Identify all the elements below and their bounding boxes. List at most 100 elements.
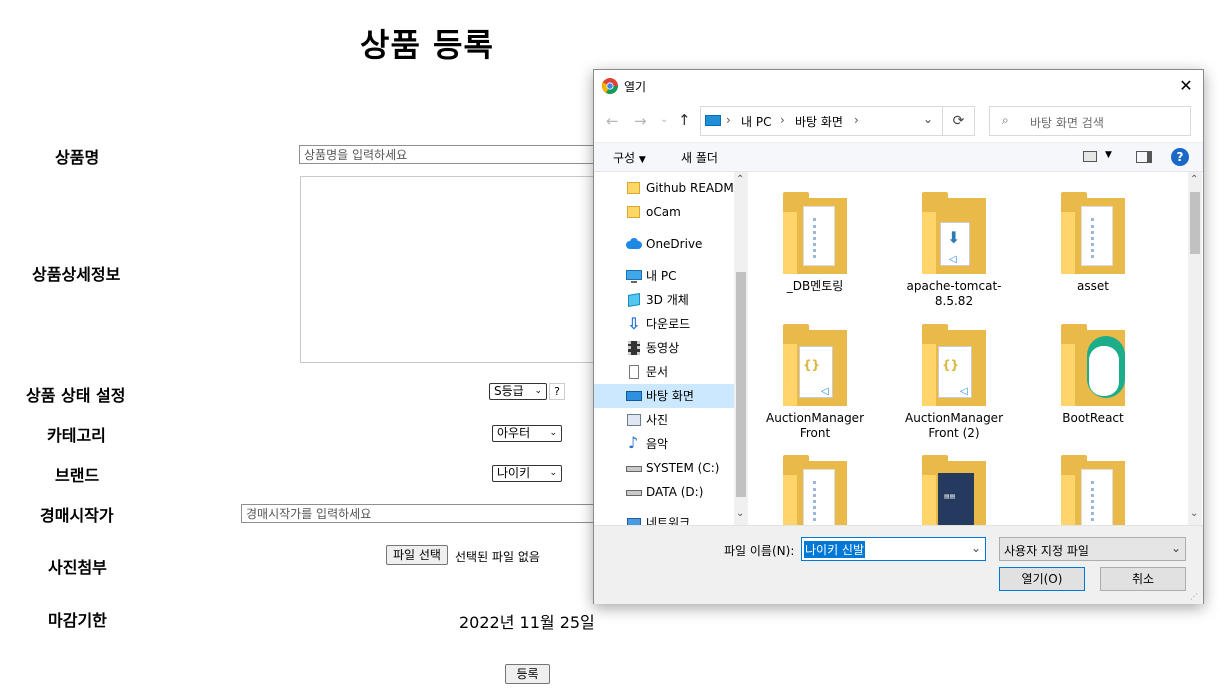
file-tile[interactable] — [751, 455, 879, 525]
nav-item[interactable]: oCam — [594, 200, 734, 224]
address-toolbar: ← → ⌄ ↑ › 내 PC › 바탕 화면 › ⌄ ⟳ ⌕ 바탕 화면 검색 — [594, 102, 1203, 142]
file-tile[interactable]: ⬇ ◁ apache-tomcat-8.5.82 — [890, 192, 1018, 309]
open-file-dialog: 열기 ✕ ← → ⌄ ↑ › 내 PC › 바탕 화면 › ⌄ ⟳ ⌕ 바탕 화… — [593, 69, 1204, 604]
folder-icon — [626, 204, 642, 220]
cancel-button[interactable]: 취소 — [1100, 567, 1186, 591]
nav-item[interactable]: 동영상 — [594, 336, 734, 360]
folder-code-icon: {} ◁ — [783, 324, 847, 408]
refresh-icon[interactable]: ⟳ — [943, 106, 975, 136]
dialog-close-button[interactable]: ✕ — [1172, 74, 1200, 98]
navigation-pane[interactable]: Github README oCam OneDrive 내 PC 3D 개체 ⇩ 다운로드동… — [594, 172, 748, 525]
preview-pane-icon[interactable] — [1136, 151, 1152, 163]
filetype-select[interactable]: 사용자 지정 파일 ⌄ — [999, 537, 1186, 561]
nav-item[interactable]: 3D 개체 — [594, 288, 734, 312]
product-detail-textarea[interactable] — [300, 176, 602, 363]
nav-item[interactable]: Github README — [594, 176, 734, 200]
chevron-down-icon[interactable]: ⌄ — [971, 541, 981, 555]
label-start-price: 경매시작가 — [40, 506, 114, 525]
filetype-value: 사용자 지정 파일 — [1004, 544, 1089, 558]
breadcrumb-item[interactable]: 내 PC — [741, 113, 771, 130]
back-arrow-icon[interactable]: ← — [606, 112, 619, 130]
nav-item[interactable]: 네트워크 — [594, 511, 734, 525]
condition-help-button[interactable]: ? — [549, 383, 565, 400]
file-tile[interactable]: BootReact — [1029, 324, 1157, 426]
file-tile[interactable]: _DB멘토링 — [751, 192, 879, 294]
brand-value: 나이키 — [497, 466, 531, 480]
recent-dropdown-icon[interactable]: ⌄ — [660, 114, 668, 125]
label-condition: 상품 상태 설정 — [26, 386, 126, 405]
chevron-down-icon: ⌄ — [549, 428, 557, 438]
category-select[interactable]: 아우터 ⌄ — [492, 425, 562, 442]
new-folder-button[interactable]: 새 폴더 — [681, 149, 718, 166]
brand-select[interactable]: 나이키 ⌄ — [492, 465, 562, 482]
scroll-thumb[interactable] — [736, 272, 746, 497]
breadcrumb-sep-icon: › — [726, 113, 731, 127]
content-scrollbar[interactable]: ⌃ ⌄ — [1188, 172, 1202, 525]
view-options-icon[interactable] — [1083, 151, 1097, 162]
file-list[interactable]: _DB멘토링 ⬇ ◁ apache-tomcat-8.5.82 asset {} ◁ Auct… — [751, 172, 1187, 525]
cube-icon — [626, 292, 642, 308]
file-status: 선택된 파일 없음 — [455, 550, 540, 564]
forward-arrow-icon[interactable]: → — [634, 112, 647, 130]
file-tile[interactable]: {} ◁ AuctionManager Front (2) — [890, 324, 1018, 441]
deadline-value[interactable]: 2022년 11월 25일 — [459, 609, 595, 633]
music-icon: ♪ — [628, 433, 639, 452]
submit-button[interactable]: 등록 — [505, 664, 550, 684]
breadcrumb-item[interactable]: 바탕 화면 — [795, 113, 843, 130]
dialog-footer: 파일 이름(N): 나이키 신발 ⌄ 사용자 지정 파일 ⌄ 열기(O) 취소 … — [594, 525, 1203, 604]
help-icon[interactable]: ? — [1171, 148, 1189, 166]
scroll-down-icon[interactable]: ⌄ — [1190, 508, 1198, 519]
condition-select[interactable]: S등급 ⌄ — [489, 383, 547, 400]
condition-value: S등급 — [494, 384, 524, 398]
search-input[interactable]: ⌕ 바탕 화면 검색 — [989, 106, 1191, 136]
nav-item-label: 문서 — [646, 365, 669, 379]
scroll-up-icon[interactable]: ⌃ — [736, 174, 744, 185]
dropdown-triangle-icon[interactable]: ▼ — [1105, 150, 1112, 160]
start-price-input[interactable]: 경매시작가를 입력하세요 — [241, 504, 599, 523]
network-icon — [626, 515, 642, 525]
folder-app-icon — [1061, 324, 1125, 408]
nav-item[interactable]: ♪ 음악 — [594, 432, 734, 456]
drive-icon — [626, 484, 642, 500]
scroll-down-icon[interactable]: ⌄ — [736, 508, 744, 519]
filename-input[interactable]: 나이키 신발 ⌄ — [801, 537, 986, 561]
nav-item[interactable]: 문서 — [594, 360, 734, 384]
chrome-icon — [602, 78, 618, 94]
drive-icon — [626, 460, 642, 476]
product-name-input[interactable]: 상품명을 입력하세요 — [299, 145, 599, 164]
nav-item-label: 동영상 — [646, 341, 680, 355]
desktop-icon — [626, 388, 642, 404]
nav-scrollbar[interactable]: ⌃ ⌄ — [734, 172, 748, 525]
page-title: 상품 등록 — [360, 26, 494, 64]
nav-item-label: 다운로드 — [646, 317, 691, 331]
nav-item[interactable]: OneDrive — [594, 232, 734, 256]
command-bar: 구성 ▼ 새 폴더 ▼ ? — [594, 142, 1203, 172]
nav-item[interactable]: ⇩ 다운로드 — [594, 312, 734, 336]
file-select-button[interactable]: 파일 선택 — [386, 545, 448, 565]
up-arrow-icon[interactable]: ↑ — [678, 111, 691, 129]
scroll-thumb[interactable] — [1190, 192, 1200, 254]
folder-icon — [626, 180, 642, 196]
file-tile[interactable]: asset — [1029, 192, 1157, 294]
address-bar[interactable]: › 내 PC › 바탕 화면 › ⌄ — [700, 106, 943, 136]
scroll-up-icon[interactable]: ⌃ — [1190, 174, 1198, 185]
chevron-down-icon: ⌄ — [534, 386, 542, 396]
chevron-down-icon[interactable]: ⌄ — [923, 112, 933, 126]
pc-icon — [626, 268, 642, 284]
filename-label: 파일 이름(N): — [724, 544, 795, 558]
file-tile[interactable]: {} ◁ AuctionManager Front — [751, 324, 879, 441]
organize-menu[interactable]: 구성 ▼ — [613, 149, 646, 166]
nav-item[interactable]: SYSTEM (C:) — [594, 456, 734, 480]
nav-item-label: 내 PC — [646, 269, 677, 283]
open-button[interactable]: 열기(O) — [999, 567, 1085, 591]
nav-item[interactable]: 사진 — [594, 408, 734, 432]
file-tile[interactable] — [1029, 455, 1157, 525]
nav-item[interactable]: 바탕 화면 — [594, 384, 734, 408]
file-name: AuctionManager Front (2) — [905, 411, 1003, 440]
file-tile[interactable]: ▤▤ — [890, 455, 1018, 525]
nav-item[interactable]: DATA (D:) — [594, 480, 734, 504]
nav-item[interactable]: 내 PC — [594, 264, 734, 288]
resize-grip-icon[interactable]: ⋰ — [1190, 592, 1198, 601]
file-name: _DB멘토링 — [786, 279, 844, 293]
label-brand: 브랜드 — [55, 466, 100, 485]
